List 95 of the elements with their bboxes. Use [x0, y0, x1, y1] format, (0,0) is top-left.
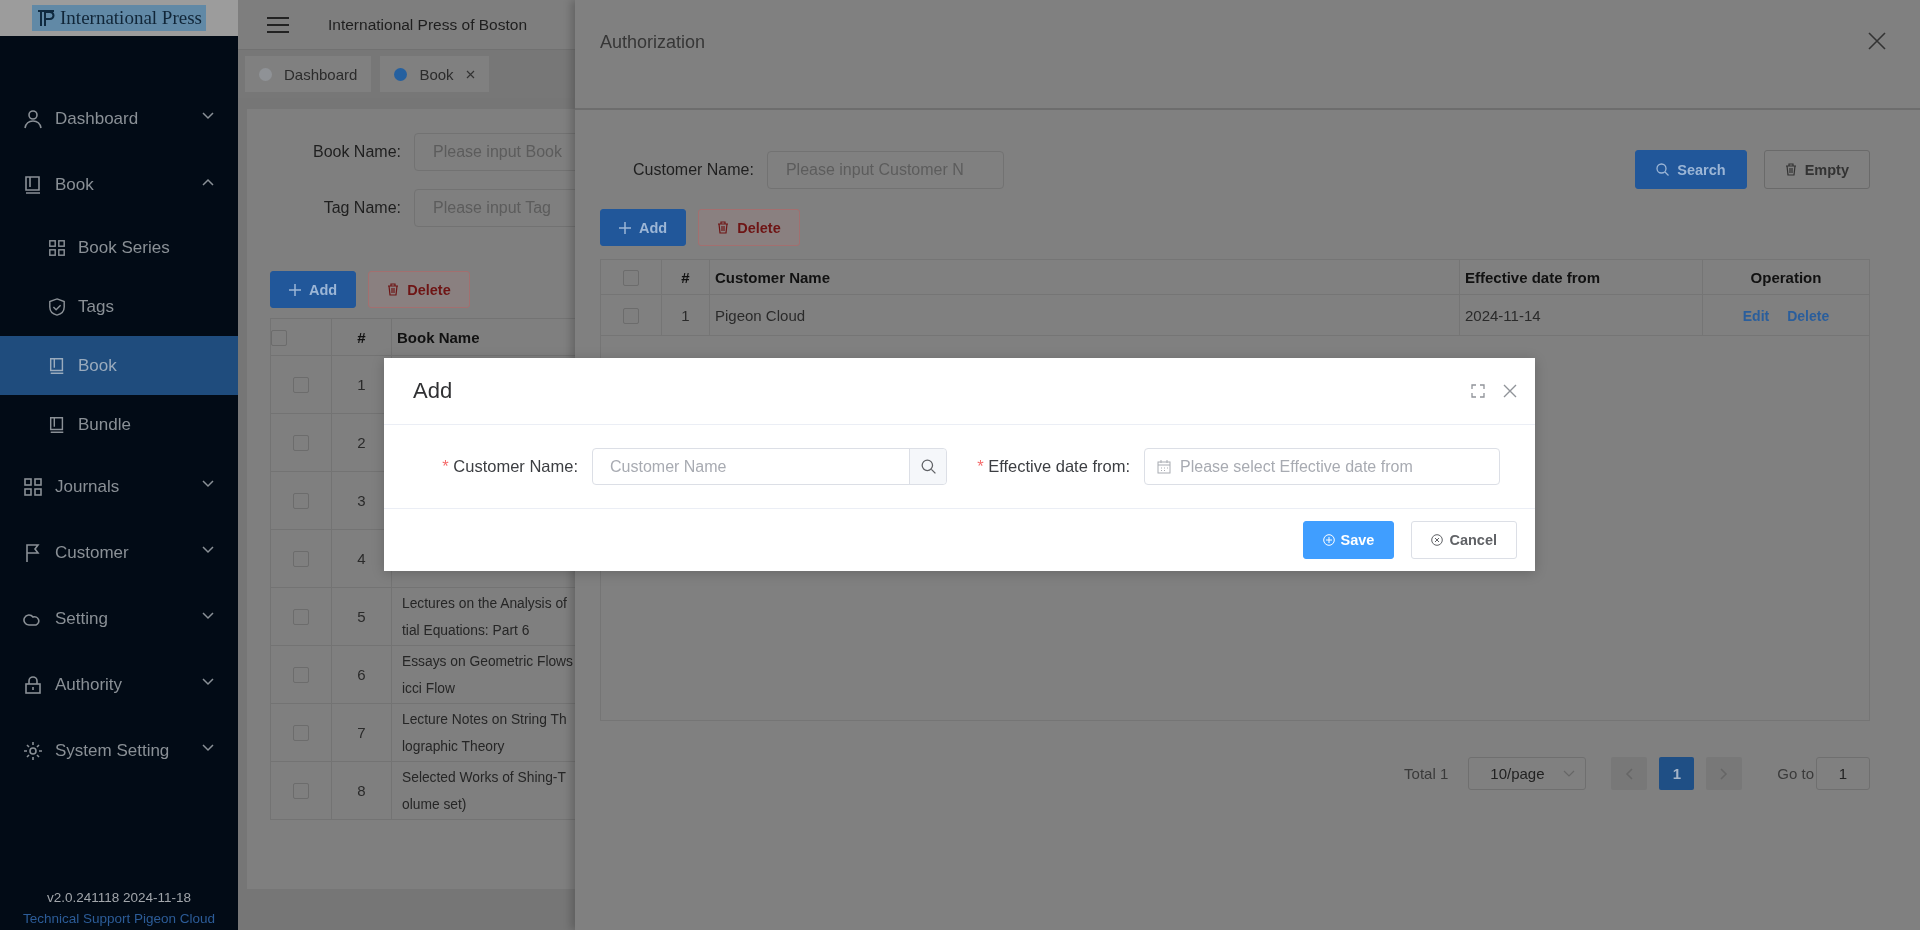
table-cell-text: Selected Works of Shing-T olume set)	[401, 768, 567, 814]
delete-button[interactable]: Delete	[698, 209, 800, 246]
table-cell: 7	[331, 703, 392, 762]
column-header: Operation	[1702, 260, 1869, 295]
total-text: Total 1	[1404, 765, 1449, 782]
menu-item[interactable]: Customer	[0, 520, 238, 586]
trash-icon	[717, 221, 730, 234]
goto-label: Go to	[1777, 765, 1814, 782]
page-number[interactable]: 1	[1659, 757, 1695, 790]
field-label: * Effective date from:	[976, 457, 1131, 476]
date-field[interactable]: Please select Effective date from	[1144, 448, 1500, 485]
menu-item[interactable]: Book	[0, 152, 238, 218]
submenu-item[interactable]: Book Series	[0, 218, 238, 277]
table-cell-text: Essays on Geometric Flows icci Flow	[401, 652, 574, 698]
menu-item[interactable]: Dashboard	[0, 86, 238, 152]
goto-input[interactable]: 1	[1816, 757, 1870, 790]
close-icon[interactable]	[465, 69, 475, 79]
field-label: Tag Name:	[322, 199, 402, 217]
fullscreen-icon[interactable]	[1471, 384, 1485, 398]
table-cell: 1	[661, 294, 710, 336]
submenu-item[interactable]: Tags	[0, 277, 238, 336]
table-cell: 6	[331, 645, 392, 704]
search-button[interactable]	[909, 449, 946, 484]
menu-label: Book Series	[78, 237, 171, 258]
book-icon	[48, 415, 66, 434]
trash-icon	[1784, 163, 1797, 176]
logo-text: International Press	[60, 7, 202, 29]
trash-icon	[387, 283, 400, 296]
menu-label: Authority	[55, 675, 124, 695]
field-label: Customer Name:	[633, 160, 754, 179]
table-cell: 5	[331, 587, 392, 646]
support-link[interactable]: Technical Support Pigeon Cloud	[22, 911, 216, 926]
field-label: * Customer Name:	[441, 457, 579, 476]
menu-label: Setting	[55, 609, 109, 629]
tab[interactable]: Dashboard	[245, 56, 372, 92]
gear-icon	[23, 741, 43, 761]
menu-label: Bundle	[78, 414, 132, 435]
page-size-select[interactable]: 10/page	[1468, 757, 1587, 790]
book-icon	[48, 356, 66, 375]
plus-icon	[289, 283, 301, 296]
grid-icon	[48, 238, 66, 257]
tab[interactable]: Book	[380, 56, 489, 92]
menu-item[interactable]: Setting	[0, 586, 238, 652]
input-field[interactable]: Customer Name	[592, 448, 947, 485]
column-header: Customer Name	[709, 260, 1460, 295]
previous-page-button[interactable]	[1611, 757, 1648, 790]
close-circle-icon	[1431, 534, 1444, 546]
lock-icon	[23, 675, 43, 695]
menu-item[interactable]: Journals	[0, 454, 238, 520]
table-cell-text: Lecture Notes on String Th lographic Theory	[401, 710, 568, 756]
menu-label: Dashboard	[55, 109, 140, 129]
search-icon	[920, 459, 936, 474]
logo-icon	[36, 9, 57, 27]
table-cell-text: Lectures on the Analysis of tial Equations: Part 6	[401, 594, 568, 640]
menu-label: Book	[55, 175, 95, 195]
field-label: Book Name:	[311, 143, 402, 161]
menu-label: Journals	[55, 477, 121, 497]
menu-item[interactable]: Authority	[0, 652, 238, 718]
column-header: Effective date from	[1459, 260, 1703, 295]
cancel-button[interactable]: Cancel	[1411, 521, 1517, 559]
column-header: #	[331, 318, 392, 356]
close-icon[interactable]	[1868, 32, 1886, 50]
search-button[interactable]: Search	[1635, 150, 1747, 189]
shield-icon	[48, 297, 66, 316]
close-icon[interactable]	[1503, 384, 1517, 398]
submenu-item[interactable]: Bundle	[0, 395, 238, 454]
grid-icon	[23, 477, 43, 497]
table-cell: 2024-11-14	[1459, 294, 1703, 336]
empty-button[interactable]: Empty	[1763, 150, 1870, 189]
plus-icon	[619, 221, 631, 234]
table-cell: Pigeon Cloud	[709, 294, 1460, 336]
chevron-down-icon	[1563, 770, 1576, 777]
add-button[interactable]: Add	[270, 271, 357, 308]
version-text: v2.0.241118 2024-11-18	[46, 890, 192, 905]
app-title: International Press of Boston	[328, 15, 528, 34]
search-icon	[1656, 163, 1670, 176]
submenu-item[interactable]: Book	[0, 336, 238, 395]
calendar-icon	[1157, 459, 1171, 474]
menu-label: Tags	[78, 296, 115, 317]
table-cell: 8	[331, 761, 392, 820]
dialog-title: Add	[413, 378, 454, 404]
user-icon	[23, 109, 43, 129]
book-icon	[23, 175, 43, 195]
next-page-button[interactable]	[1706, 757, 1743, 790]
delete-button[interactable]: Delete	[368, 271, 470, 308]
plus-circle-icon	[1322, 534, 1335, 546]
save-button[interactable]: Save	[1302, 521, 1395, 559]
menu-icon[interactable]	[266, 15, 290, 34]
column-header: #	[661, 260, 710, 295]
drawer-title: Authorization	[600, 32, 706, 53]
add-button[interactable]: Add	[600, 209, 687, 246]
menu-label: Book	[78, 355, 118, 376]
menu-label: System Setting	[55, 741, 171, 761]
menu-item[interactable]: System Setting	[0, 718, 238, 784]
menu-label: Customer	[55, 543, 130, 563]
